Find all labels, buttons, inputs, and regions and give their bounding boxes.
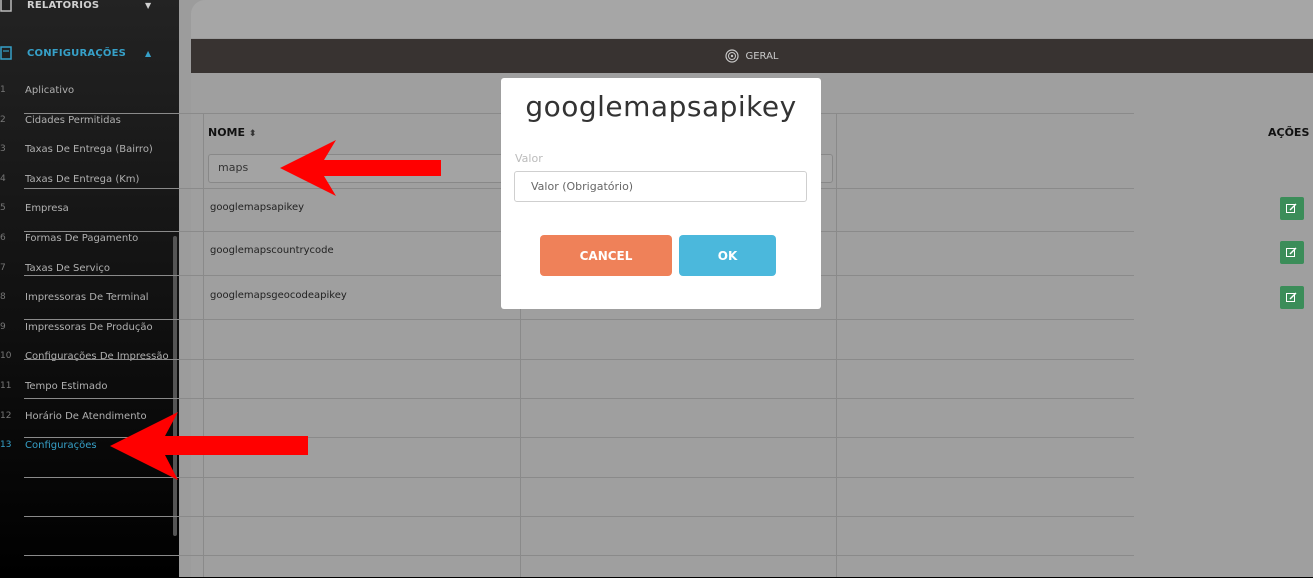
edit-button[interactable] [1280,286,1304,309]
modal-title: googlemapsapikey [525,90,797,123]
column-header-nome[interactable]: NOME ⬍ [208,126,256,139]
sidebar-item-label: Taxas De Entrega (Bairro) [25,144,153,155]
sidebar-item-number: 13 [0,440,12,450]
filter-nome-value: maps [218,161,249,174]
sidebar-item-label: Aplicativo [25,85,75,96]
sidebar-item-number: 4 [0,174,6,184]
sidebar-item-number: 12 [0,411,12,421]
column-header-acoes: AÇÕES [1268,126,1310,139]
edit-button[interactable] [1280,241,1304,264]
edit-icon [1286,247,1297,257]
section-title: GERAL [745,50,779,62]
sidebar-item-number: 3 [0,144,6,154]
edit-icon [1286,203,1297,213]
column-header-label: NOME [208,126,246,139]
column-divider [203,113,204,577]
sidebar-item-number: 9 [0,322,6,332]
sidebar-item-number: 8 [0,292,6,302]
section-header: GERAL [191,39,1313,73]
ok-button[interactable]: OK [679,235,776,276]
settings-doc-icon [0,46,12,60]
sidebar-item-label: Taxas De Entrega (Km) [25,174,140,185]
edit-config-modal: googlemapsapikey Valor Valor (Obrigatóri… [501,78,821,309]
cell-nome: googlemapsgeocodeapikey [210,290,347,301]
fingerprint-icon [725,49,740,63]
table-row [24,516,1134,556]
chevron-down-icon: ▼ [145,1,152,10]
valor-input[interactable]: Valor (Obrigatório) [514,171,807,202]
sidebar-item-number: 7 [0,263,6,273]
sidebar-group-label: CONFIGURAÇÕES [27,48,127,59]
cell-nome: googlemapscountrycode [210,245,334,256]
sidebar-group-label: RELATÓRIOS [27,0,100,11]
table-row [24,319,1134,360]
valor-input-placeholder: Valor (Obrigatório) [531,180,634,193]
sidebar-item-label: Cidades Permitidas [25,115,121,126]
column-divider [836,113,837,577]
sidebar-item-number: 6 [0,233,6,243]
sidebar-item-number: 1 [0,85,6,95]
edit-button[interactable] [1280,197,1304,220]
valor-field-label: Valor [515,152,543,165]
table-row [24,477,1134,517]
top-bar [191,0,1313,38]
table-row [24,359,1134,399]
sidebar-item-number: 10 [0,351,12,361]
annotation-arrow-filter [280,140,441,196]
chevron-up-icon: ▲ [145,49,152,58]
sidebar-item-taxas-entrega-bairro[interactable]: 3 Taxas De Entrega (Bairro) [0,142,179,160]
cancel-button[interactable]: CANCEL [540,235,672,276]
sidebar-item-aplicativo[interactable]: 1 Aplicativo [0,83,179,101]
cell-nome: googlemapsapikey [210,202,305,213]
sidebar-item-number: 2 [0,115,6,125]
sidebar-item-number: 5 [0,203,6,213]
annotation-arrow-configuracoes [110,412,308,480]
edit-icon [1286,292,1297,302]
sidebar-item-cidades-permitidas[interactable]: 2 Cidades Permitidas [0,113,179,131]
table-row [24,555,1134,578]
report-icon [0,0,12,12]
sort-icon: ⬍ [248,129,257,139]
sidebar-item-number: 11 [0,381,12,391]
